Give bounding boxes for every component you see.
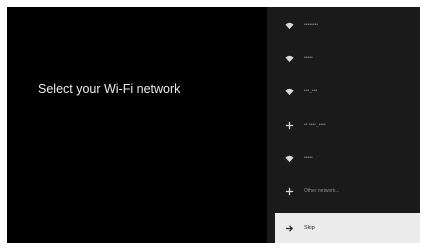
wifi-icon [285,54,294,63]
wifi-icon [285,21,294,30]
network-label: Other network... [304,188,340,194]
page-title: Select your Wi-Fi network [38,82,181,96]
wifi-icon [285,154,294,163]
network-item-3[interactable]: •••_••• [267,76,420,106]
network-label: ••••• [304,155,313,161]
network-label: •••••••• [304,22,319,28]
network-label: •••_••• [304,88,318,94]
wifi-icon [285,87,294,96]
arrow-right-icon [285,224,294,233]
network-item-2[interactable]: ••••• [267,43,420,73]
skip-label: Skip [304,225,315,231]
add-icon [285,187,294,196]
network-label: •• ••••_•••• [304,122,326,128]
setup-screen: Select your Wi-Fi network •••••••• •••••… [7,7,420,243]
skip-button[interactable]: Skip [275,213,420,243]
network-list[interactable]: •••••••• ••••• •••_••• •• ••••_•••• •••• [267,7,420,243]
network-item-5[interactable]: ••••• [267,143,420,173]
add-icon [285,121,294,130]
network-item-1[interactable]: •••••••• [267,10,420,40]
network-label: ••••• [304,55,313,61]
network-item-4[interactable]: •• ••••_•••• [267,110,420,140]
other-network-item[interactable]: Other network... [267,176,420,206]
